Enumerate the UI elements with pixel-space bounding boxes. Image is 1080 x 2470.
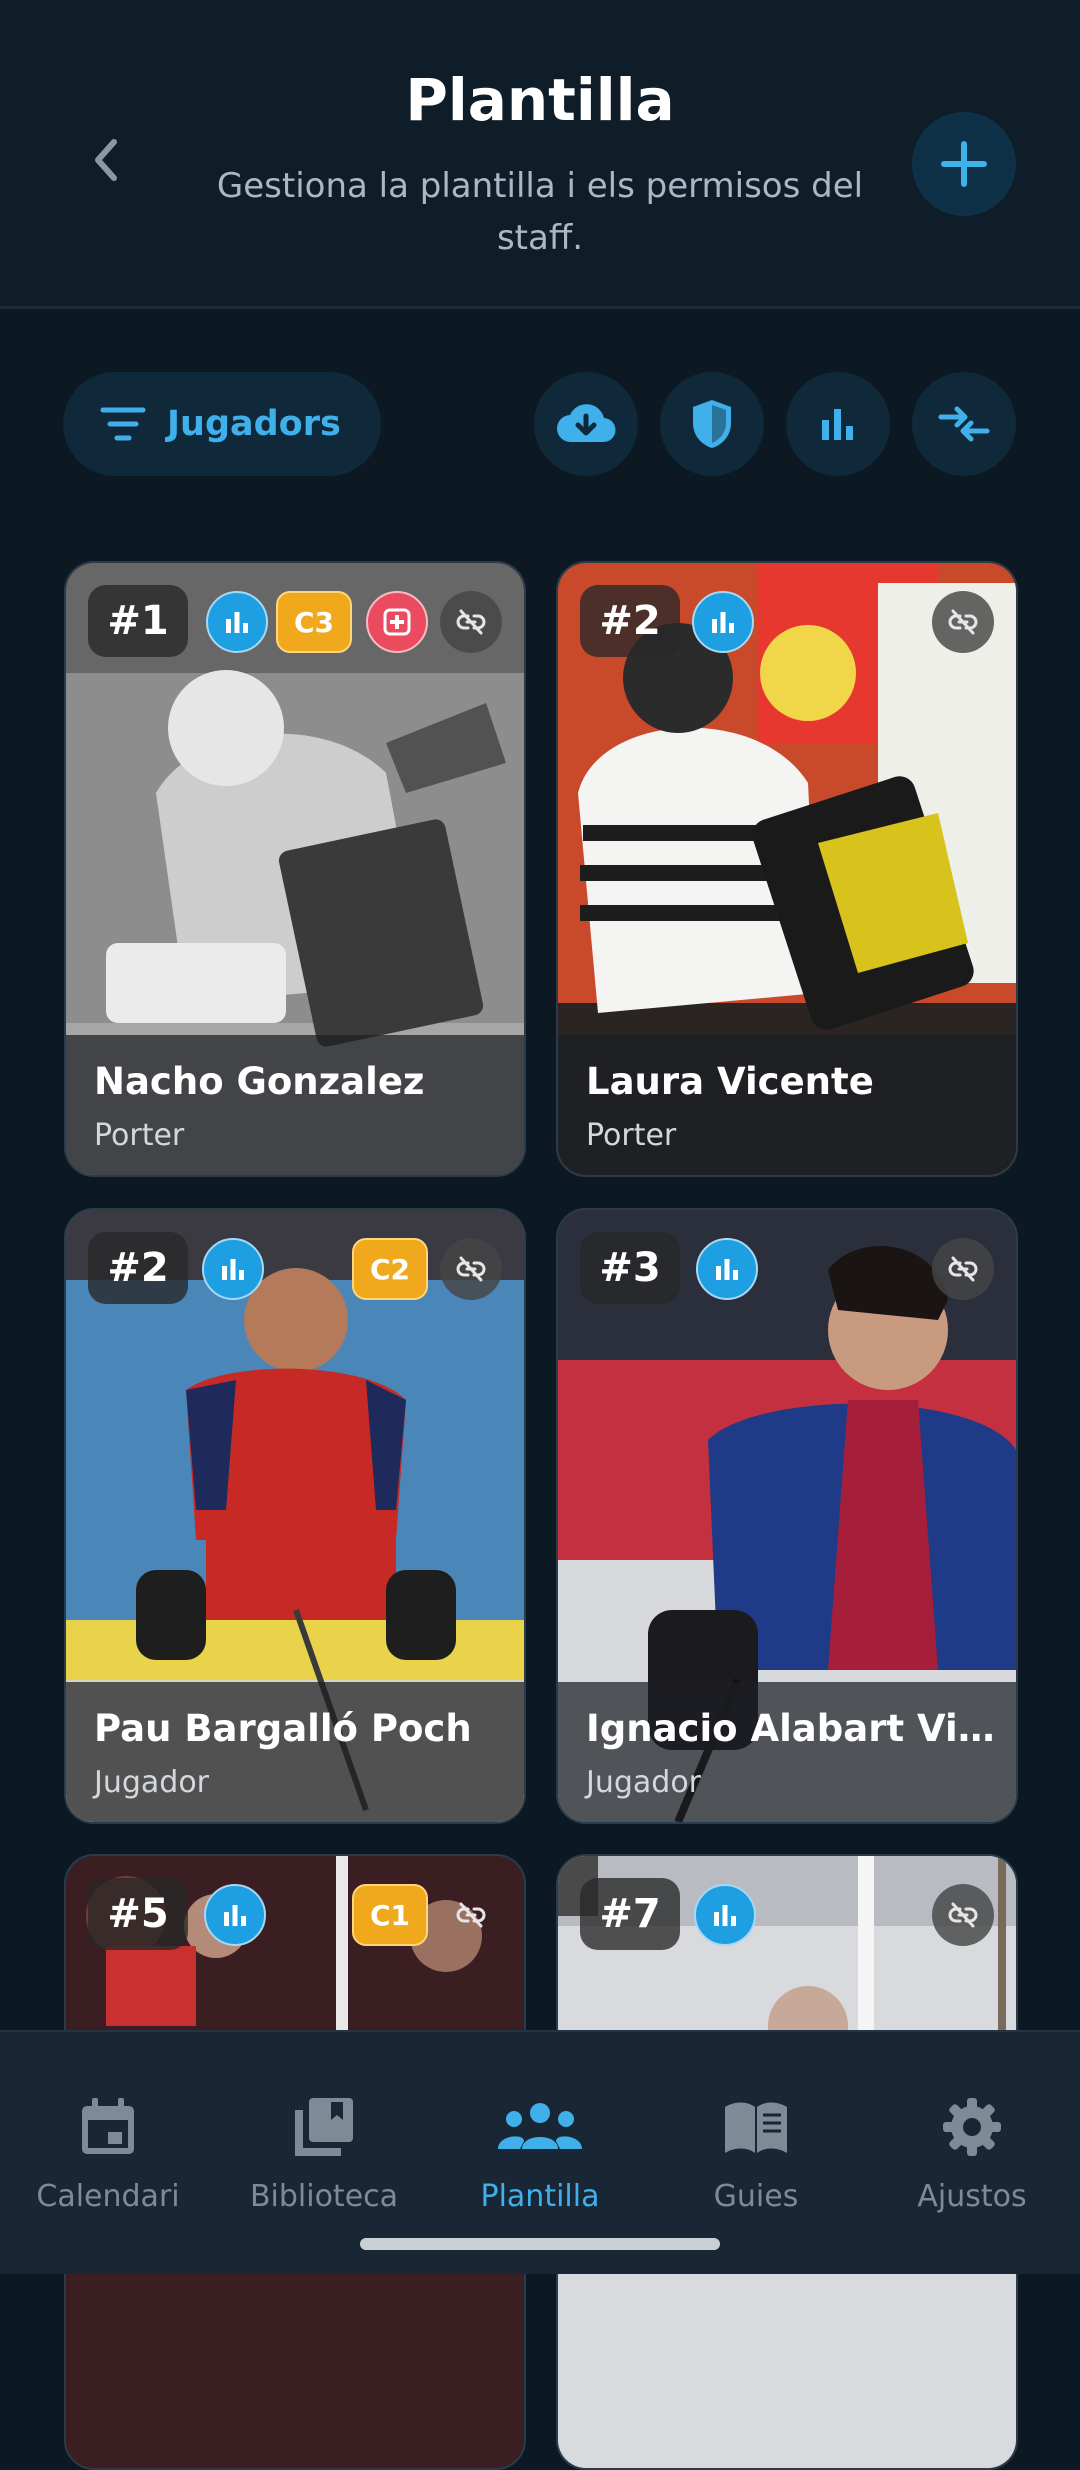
compress-arrows-icon — [938, 406, 990, 442]
nav-label: Biblioteca — [249, 2179, 399, 2214]
nav-item-ajustos[interactable]: Ajustos — [864, 2087, 1080, 2214]
stats-badge[interactable] — [692, 591, 754, 653]
library-icon — [295, 2098, 353, 2156]
book-icon — [725, 2102, 787, 2153]
player-card[interactable]: Laura Vicente Porter #2 — [556, 561, 1018, 1177]
bar-chart-icon — [712, 612, 734, 633]
card-caption-overlay — [558, 1682, 1016, 1822]
player-number: #2 — [580, 585, 680, 657]
link-off-icon — [456, 1902, 486, 1928]
bar-chart-icon — [226, 612, 248, 633]
player-role: Jugador — [94, 1765, 210, 1800]
player-name: Pau Bargalló Poch — [94, 1707, 472, 1750]
nav-label: Guies — [713, 2179, 799, 2214]
header: Plantilla Gestiona la plantilla i els pe… — [0, 0, 1080, 309]
nav-item-plantilla[interactable]: Plantilla — [432, 2087, 648, 2214]
filter-label: Jugadors — [167, 404, 341, 444]
filter-button[interactable]: Jugadors — [63, 372, 381, 476]
page-title: Plantilla — [405, 66, 675, 134]
bar-chart-icon — [222, 1259, 244, 1280]
unlink-badge[interactable] — [932, 591, 994, 653]
player-number: #5 — [88, 1878, 188, 1950]
player-card[interactable]: Nacho Gonzalez Porter #1 C3 — [64, 561, 526, 1177]
link-off-icon — [948, 1256, 978, 1282]
medical-badge — [366, 591, 428, 653]
card-caption-overlay — [558, 1035, 1016, 1175]
page-subtitle: Gestiona la plantilla i els permisos del… — [216, 166, 864, 258]
add-player-button[interactable] — [912, 112, 1016, 216]
bar-chart-icon — [224, 1905, 246, 1926]
player-name: Ignacio Alabart Vi… — [586, 1707, 995, 1750]
player-name: Nacho Gonzalez — [94, 1060, 425, 1103]
filter-lines-icon — [100, 407, 146, 441]
home-indicator — [360, 2238, 720, 2250]
calendar-icon — [82, 2098, 134, 2154]
gear-icon — [943, 2098, 1001, 2156]
cloud-download-icon — [556, 404, 616, 443]
compress-button[interactable] — [912, 372, 1016, 476]
player-number: #7 — [580, 1878, 680, 1950]
stats-badge[interactable] — [204, 1884, 266, 1946]
permissions-button[interactable] — [660, 372, 764, 476]
captain-badge: C3 — [276, 591, 352, 653]
player-card[interactable]: Pau Bargalló Poch Jugador #2 C2 — [64, 1208, 526, 1824]
player-name: Laura Vicente — [586, 1060, 874, 1103]
link-off-icon — [948, 1902, 978, 1928]
player-card[interactable]: Ignacio Alabart Vi… Jugador #3 — [556, 1208, 1018, 1824]
nav-item-biblioteca[interactable]: Biblioteca — [216, 2087, 432, 2214]
stats-badge[interactable] — [696, 1238, 758, 1300]
unlink-badge[interactable] — [440, 1884, 502, 1946]
link-off-icon — [948, 609, 978, 635]
download-button[interactable] — [534, 372, 638, 476]
plus-icon — [941, 141, 987, 187]
captain-badge: C1 — [352, 1884, 428, 1946]
stats-button[interactable] — [786, 372, 890, 476]
player-role: Porter — [586, 1118, 677, 1153]
bar-chart-icon — [716, 1259, 738, 1280]
unlink-badge[interactable] — [932, 1238, 994, 1300]
team-icon — [498, 2103, 582, 2149]
stats-badge[interactable] — [206, 591, 268, 653]
bar-chart-icon — [714, 1905, 736, 1926]
medical-cross-icon — [383, 608, 411, 636]
back-button[interactable] — [80, 130, 130, 190]
link-off-icon — [456, 609, 486, 635]
nav-item-calendari[interactable]: Calendari — [0, 2087, 216, 2214]
unlink-badge[interactable] — [440, 1238, 502, 1300]
player-number: #2 — [88, 1232, 188, 1304]
card-caption-overlay — [66, 1682, 524, 1822]
shield-icon — [693, 400, 731, 448]
player-number: #1 — [88, 585, 188, 657]
nav-item-guies[interactable]: Guies — [648, 2087, 864, 2214]
chevron-left-icon — [95, 139, 117, 181]
stats-badge[interactable] — [694, 1884, 756, 1946]
player-number: #3 — [580, 1232, 680, 1304]
stats-badge[interactable] — [202, 1238, 264, 1300]
nav-label: Calendari — [36, 2179, 180, 2214]
bar-chart-icon — [822, 409, 853, 440]
nav-label: Plantilla — [480, 2179, 600, 2214]
captain-badge: C2 — [352, 1238, 428, 1300]
nav-label: Ajustos — [917, 2179, 1027, 2214]
link-off-icon — [456, 1256, 486, 1282]
card-caption-overlay — [66, 1035, 524, 1175]
unlink-badge[interactable] — [440, 591, 502, 653]
player-role: Porter — [94, 1118, 185, 1153]
player-role: Jugador — [586, 1765, 702, 1800]
unlink-badge[interactable] — [932, 1884, 994, 1946]
